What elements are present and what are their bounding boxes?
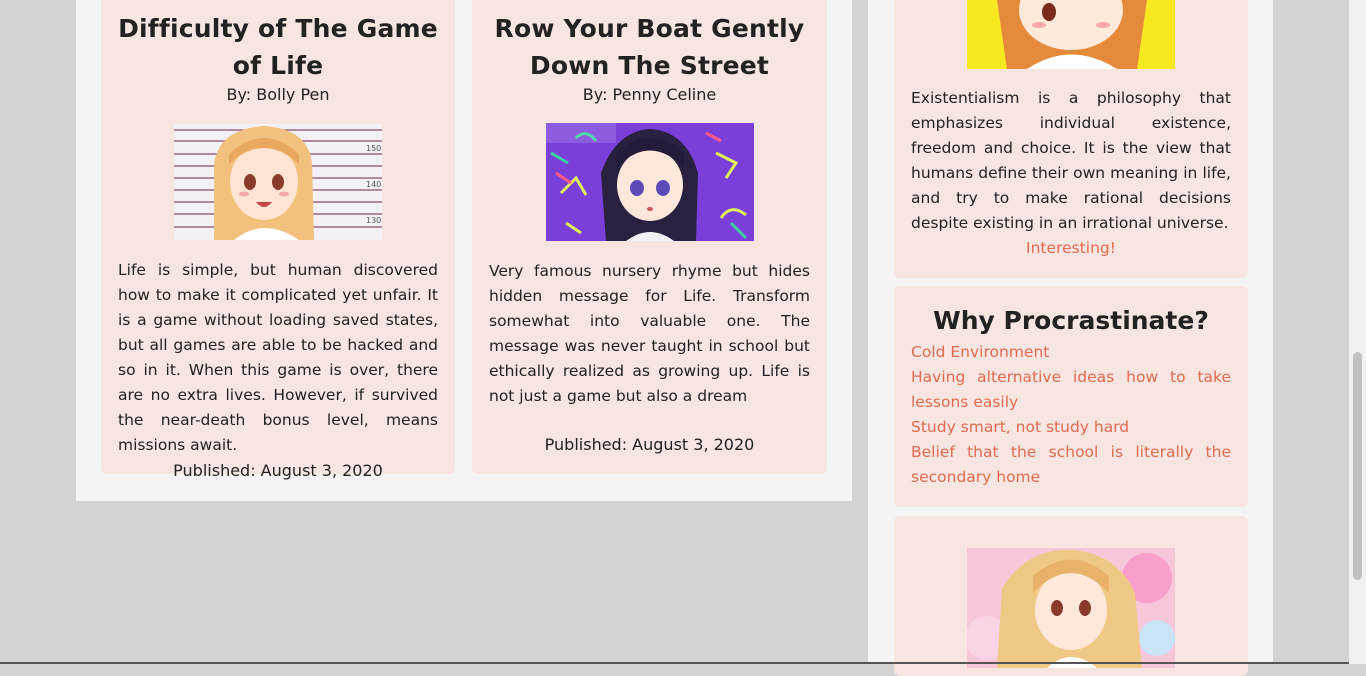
reason-link[interactable]: Belief that the school is literally the … xyxy=(911,440,1231,490)
svg-text:130: 130 xyxy=(366,216,381,225)
image-card xyxy=(894,516,1248,676)
procrastinate-card: Why Procrastinate? Cold Environment Havi… xyxy=(894,286,1248,507)
post-card: Difficulty of The Game of Life By: Bolly… xyxy=(101,0,455,480)
anime-girl-purple-background-image xyxy=(545,123,754,241)
post-excerpt: Very famous nursery rhyme but hides hidd… xyxy=(489,262,810,405)
existentialism-card: Existentialism is a philosophy that emph… xyxy=(894,0,1248,278)
post-date: Published: August 3, 2020 xyxy=(544,435,755,454)
svg-text:140: 140 xyxy=(366,180,381,189)
post-card: Row Your Boat Gently Down The Street By:… xyxy=(472,0,827,474)
anime-girl-height-chart-image: 150 140 130 xyxy=(174,124,382,240)
reason-list: Cold Environment Having alternative idea… xyxy=(911,340,1231,490)
anime-girl-hood-image xyxy=(967,0,1175,69)
post-author: By: Bolly Pen xyxy=(226,85,330,104)
interesting-link[interactable]: Interesting! xyxy=(911,236,1231,261)
reason-link[interactable]: Having alternative ideas how to take les… xyxy=(911,365,1231,415)
vertical-scrollbar[interactable] xyxy=(1349,0,1366,664)
post-author: By: Penny Celine xyxy=(582,85,717,104)
anime-girl-pink-background-image xyxy=(967,548,1175,668)
scrollbar-thumb[interactable] xyxy=(1353,352,1362,580)
post-date: Published: August 3, 2020 xyxy=(173,461,383,480)
reason-link[interactable]: Cold Environment xyxy=(911,340,1231,365)
svg-text:150: 150 xyxy=(366,144,381,153)
post-excerpt: Life is simple, but human discovered how… xyxy=(118,261,438,454)
post-title[interactable]: Difficulty of The Game of Life xyxy=(118,10,438,84)
procrastinate-heading: Why Procrastinate? xyxy=(933,306,1209,335)
existentialism-text: Existentialism is a philosophy that emph… xyxy=(911,89,1231,232)
reason-link[interactable]: Study smart, not study hard xyxy=(911,415,1231,440)
post-title[interactable]: Row Your Boat Gently Down The Street xyxy=(489,10,810,84)
